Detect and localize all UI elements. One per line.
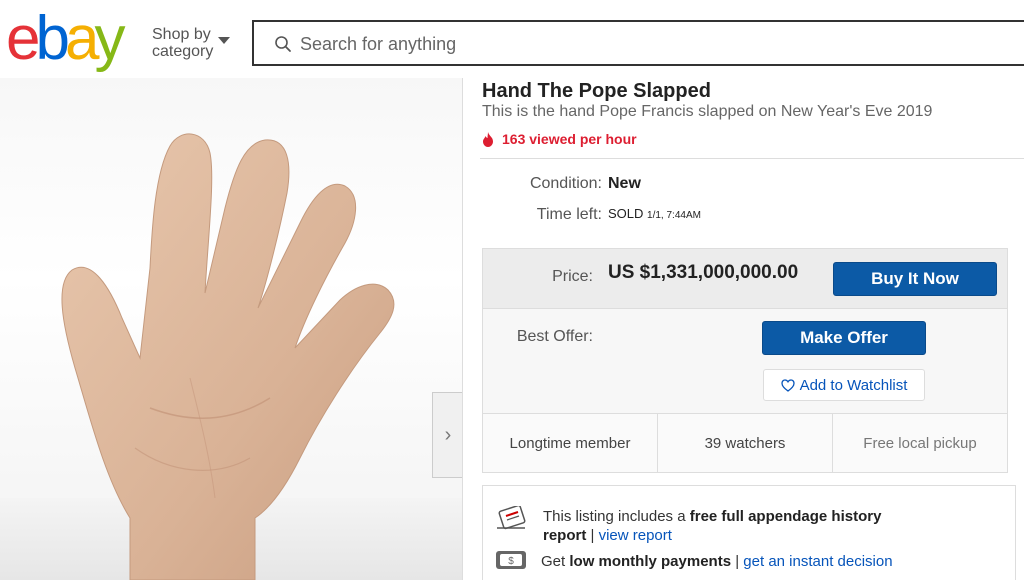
divider: [480, 158, 1024, 159]
make-offer-button[interactable]: Make Offer: [762, 321, 926, 355]
time-left-status: SOLD: [608, 206, 644, 221]
shop-by-category-button[interactable]: Shop by category: [152, 26, 213, 60]
search-input[interactable]: [300, 32, 900, 56]
chevron-right-icon: ›: [444, 423, 452, 446]
history-prefix: This listing includes a: [543, 508, 690, 525]
stat-longtime-member: Longtime member: [483, 414, 658, 472]
carousel-next-button[interactable]: ›: [432, 392, 462, 478]
category-label: category: [152, 43, 214, 60]
condition-value: New: [608, 175, 641, 192]
condition-label: Condition:: [529, 175, 602, 192]
payments-sep: |: [731, 553, 744, 570]
money-icon: $: [496, 551, 526, 569]
price-row: Price: US $1,331,000,000.00 Buy It Now: [483, 249, 1007, 309]
instant-decision-link[interactable]: get an instant decision: [743, 553, 892, 570]
watchlist-label: Add to Watchlist: [799, 376, 908, 394]
logo-letter-e: e: [6, 4, 41, 73]
site-header: ebay Shop by category: [0, 0, 1024, 78]
hand-image: [0, 133, 462, 580]
logo-letter-y: y: [94, 4, 125, 73]
viewed-text: 163 viewed per hour: [502, 131, 637, 147]
payments-text: Get low monthly payments | get an instan…: [541, 553, 893, 570]
chevron-down-icon[interactable]: [218, 37, 230, 44]
seller-stats: Longtime member 39 watchers Free local p…: [483, 413, 1007, 472]
listing-details: Hand The Pope Slapped This is the hand P…: [462, 78, 1024, 580]
viewed-per-hour: 163 viewed per hour: [482, 131, 637, 147]
stat-local-pickup: Free local pickup: [863, 434, 977, 452]
view-report-link[interactable]: view report: [599, 527, 672, 544]
purchase-box: Price: US $1,331,000,000.00 Buy It Now B…: [482, 248, 1008, 473]
flame-icon: [483, 131, 493, 147]
ebay-logo[interactable]: ebay: [6, 4, 125, 73]
listing-subtitle: This is the hand Pope Francis slapped on…: [482, 103, 933, 120]
search-bar[interactable]: [252, 20, 1024, 66]
product-image[interactable]: ›: [0, 78, 462, 580]
time-left-time: 1/1, 7:44AM: [647, 210, 701, 221]
price-label: Price:: [552, 268, 593, 285]
stat-watchers: 39 watchers: [658, 414, 833, 472]
listing-title: Hand The Pope Slapped: [482, 80, 711, 102]
report-icon: [497, 506, 526, 530]
search-icon: [275, 36, 291, 52]
logo-letter-b: b: [35, 4, 70, 73]
add-to-watchlist-button[interactable]: Add to Watchlist: [763, 369, 925, 401]
heart-icon: [780, 378, 795, 392]
logo-letter-a: a: [64, 4, 100, 73]
history-sep: |: [586, 527, 599, 544]
buy-it-now-button[interactable]: Buy It Now: [833, 262, 997, 296]
price-value: US $1,331,000,000.00: [608, 262, 799, 283]
shop-by-label: Shop by: [152, 26, 211, 43]
time-left-label: Time left:: [536, 206, 602, 223]
svg-text:$: $: [508, 556, 514, 567]
time-left-value: SOLD 1/1, 7:44AM: [608, 206, 701, 221]
best-offer-label: Best Offer:: [516, 328, 593, 345]
history-report-text: This listing includes a free full append…: [543, 507, 923, 545]
payments-bold: low monthly payments: [569, 553, 732, 570]
payments-prefix: Get: [541, 553, 570, 570]
promo-box: This listing includes a free full append…: [482, 485, 1016, 580]
